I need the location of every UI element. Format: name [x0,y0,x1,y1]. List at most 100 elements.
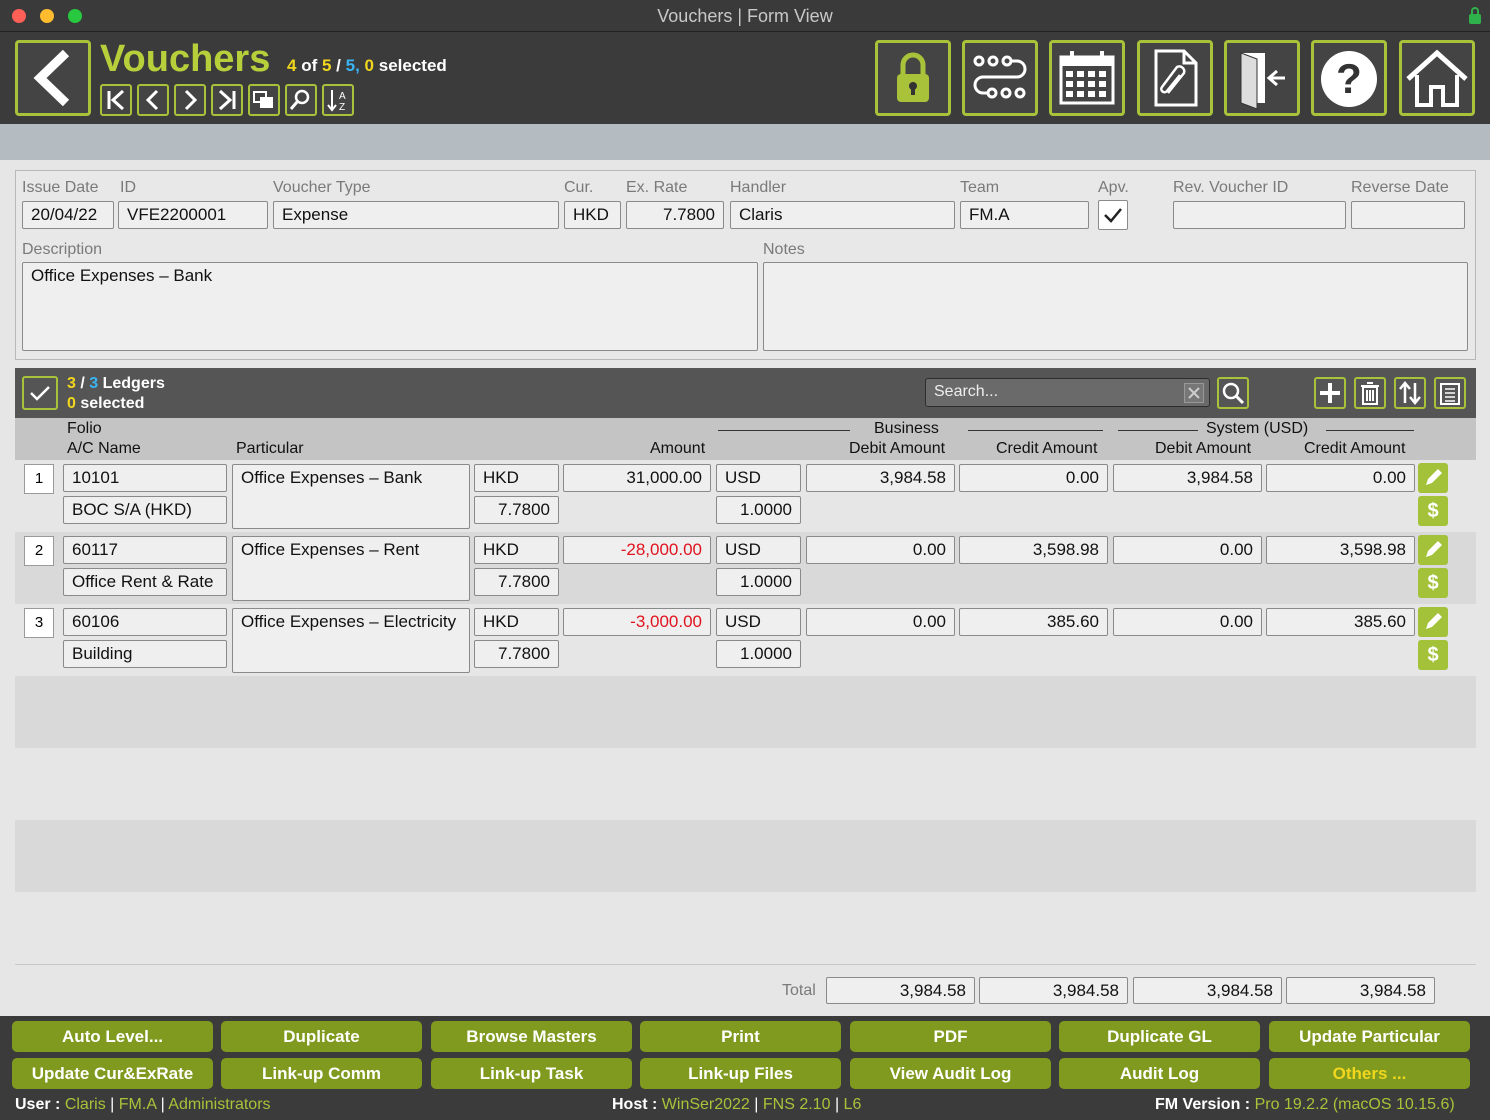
particular-field[interactable]: Office Expenses – Bank [232,464,470,529]
search-button[interactable] [1217,377,1249,409]
sort-button[interactable]: AZ [322,84,354,116]
ledger-search-input[interactable]: Search... [925,378,1210,407]
rev-voucher-id-field[interactable] [1173,201,1346,229]
apv-checkbox[interactable] [1098,200,1128,230]
business-credit-field[interactable]: 0.00 [959,464,1108,492]
issue-date-field[interactable]: 20/04/22 [22,201,114,229]
workflow-button[interactable] [962,40,1038,116]
duplicate-button[interactable]: Duplicate [221,1021,422,1052]
pdf-button[interactable]: PDF [850,1021,1051,1052]
home-button[interactable] [1399,40,1475,116]
others-button[interactable]: Others ... [1269,1058,1470,1089]
print-button[interactable]: Print [640,1021,841,1052]
exit-button[interactable] [1224,40,1300,116]
particular-field[interactable]: Office Expenses – Rent [232,536,470,601]
business-rate-field[interactable]: 1.0000 [716,640,801,668]
system-debit-field[interactable]: 3,984.58 [1113,464,1262,492]
chevron-left-icon [33,49,70,107]
sort-ledger-button[interactable] [1394,377,1426,409]
calendar-button[interactable] [1049,40,1125,116]
cur-field[interactable]: HKD [564,201,621,229]
attachment-button[interactable] [1137,40,1213,116]
browse-masters-button[interactable]: Browse Masters [431,1021,632,1052]
update-cur-exrate-button[interactable]: Update Cur&ExRate [12,1058,213,1089]
edit-row-button[interactable] [1418,607,1448,637]
folio-field[interactable]: 60117 [63,536,227,564]
ex-rate-field[interactable]: 7.7800 [626,201,724,229]
total-business-credit: 3,984.58 [979,977,1128,1004]
business-debit-field[interactable]: 0.00 [806,608,955,636]
business-rate-field[interactable]: 1.0000 [716,568,801,596]
rate-field[interactable]: 7.7800 [474,640,559,668]
currency-row-button[interactable]: $ [1418,496,1448,526]
edit-row-button[interactable] [1418,463,1448,493]
amount-field[interactable]: -3,000.00 [563,608,711,636]
business-currency-field[interactable]: USD [716,536,801,564]
voucher-type-field[interactable]: Expense [273,201,559,229]
update-particular-button[interactable]: Update Particular [1269,1021,1470,1052]
delete-ledger-button[interactable] [1354,377,1386,409]
ac-name-field[interactable]: BOC S/A (HKD) [63,496,227,524]
currency-row-button[interactable]: $ [1418,640,1448,670]
folio-header: Folio [67,420,102,437]
amount-field[interactable]: 31,000.00 [563,464,711,492]
last-record-button[interactable] [211,84,243,116]
amount-field[interactable]: -28,000.00 [563,536,711,564]
business-credit-field[interactable]: 385.60 [959,608,1108,636]
system-debit-field[interactable]: 0.00 [1113,608,1262,636]
folio-field[interactable]: 10101 [63,464,227,492]
add-ledger-button[interactable] [1314,377,1346,409]
ac-name-field[interactable]: Building [63,640,227,668]
close-window-button[interactable] [12,9,26,23]
first-record-button[interactable] [100,84,132,116]
rate-field[interactable]: 7.7800 [474,568,559,596]
minimize-window-button[interactable] [40,9,54,23]
find-button[interactable] [285,84,317,116]
linkup-task-button[interactable]: Link-up Task [431,1058,632,1089]
back-button[interactable] [15,40,91,116]
rate-field[interactable]: 7.7800 [474,496,559,524]
view-audit-log-button[interactable]: View Audit Log [850,1058,1051,1089]
team-field[interactable]: FM.A [960,201,1089,229]
id-field[interactable]: VFE2200001 [118,201,268,229]
next-record-button[interactable] [174,84,206,116]
total-business-debit: 3,984.58 [826,977,975,1004]
business-currency-field[interactable]: USD [716,464,801,492]
list-view-button[interactable] [1434,377,1466,409]
ac-name-field[interactable]: Office Rent & Rate [63,568,227,596]
description-field[interactable]: Office Expenses – Bank [22,262,758,351]
lock-button[interactable] [875,40,951,116]
edit-row-button[interactable] [1418,535,1448,565]
linkup-comm-button[interactable]: Link-up Comm [221,1058,422,1089]
currency-field[interactable]: HKD [474,464,559,492]
system-credit-field[interactable]: 385.60 [1266,608,1415,636]
system-debit-field[interactable]: 0.00 [1113,536,1262,564]
help-button[interactable]: ? [1311,40,1387,116]
notes-field[interactable] [763,262,1468,351]
system-credit-field[interactable]: 3,598.98 [1266,536,1415,564]
handler-field[interactable]: Claris [730,201,955,229]
select-all-button[interactable] [22,376,58,410]
business-credit-field[interactable]: 3,598.98 [959,536,1108,564]
reverse-date-field[interactable] [1351,201,1465,229]
auto-level-button[interactable]: Auto Level... [12,1021,213,1052]
table-bottom-divider [15,964,1476,965]
linkup-files-button[interactable]: Link-up Files [640,1058,841,1089]
business-debit-field[interactable]: 0.00 [806,536,955,564]
currency-row-button[interactable]: $ [1418,568,1448,598]
system-credit-field[interactable]: 0.00 [1266,464,1415,492]
duplicate-gl-button[interactable]: Duplicate GL [1059,1021,1260,1052]
handler-label: Handler [730,179,787,196]
business-debit-field[interactable]: 3,984.58 [806,464,955,492]
zoom-window-button[interactable] [68,9,82,23]
particular-field[interactable]: Office Expenses – Electricity [232,608,470,673]
business-currency-field[interactable]: USD [716,608,801,636]
prev-record-button[interactable] [137,84,169,116]
clear-search-button[interactable] [1184,383,1204,403]
currency-field[interactable]: HKD [474,608,559,636]
currency-field[interactable]: HKD [474,536,559,564]
business-rate-field[interactable]: 1.0000 [716,496,801,524]
show-all-button[interactable] [248,84,280,116]
audit-log-button[interactable]: Audit Log [1059,1058,1260,1089]
folio-field[interactable]: 60106 [63,608,227,636]
